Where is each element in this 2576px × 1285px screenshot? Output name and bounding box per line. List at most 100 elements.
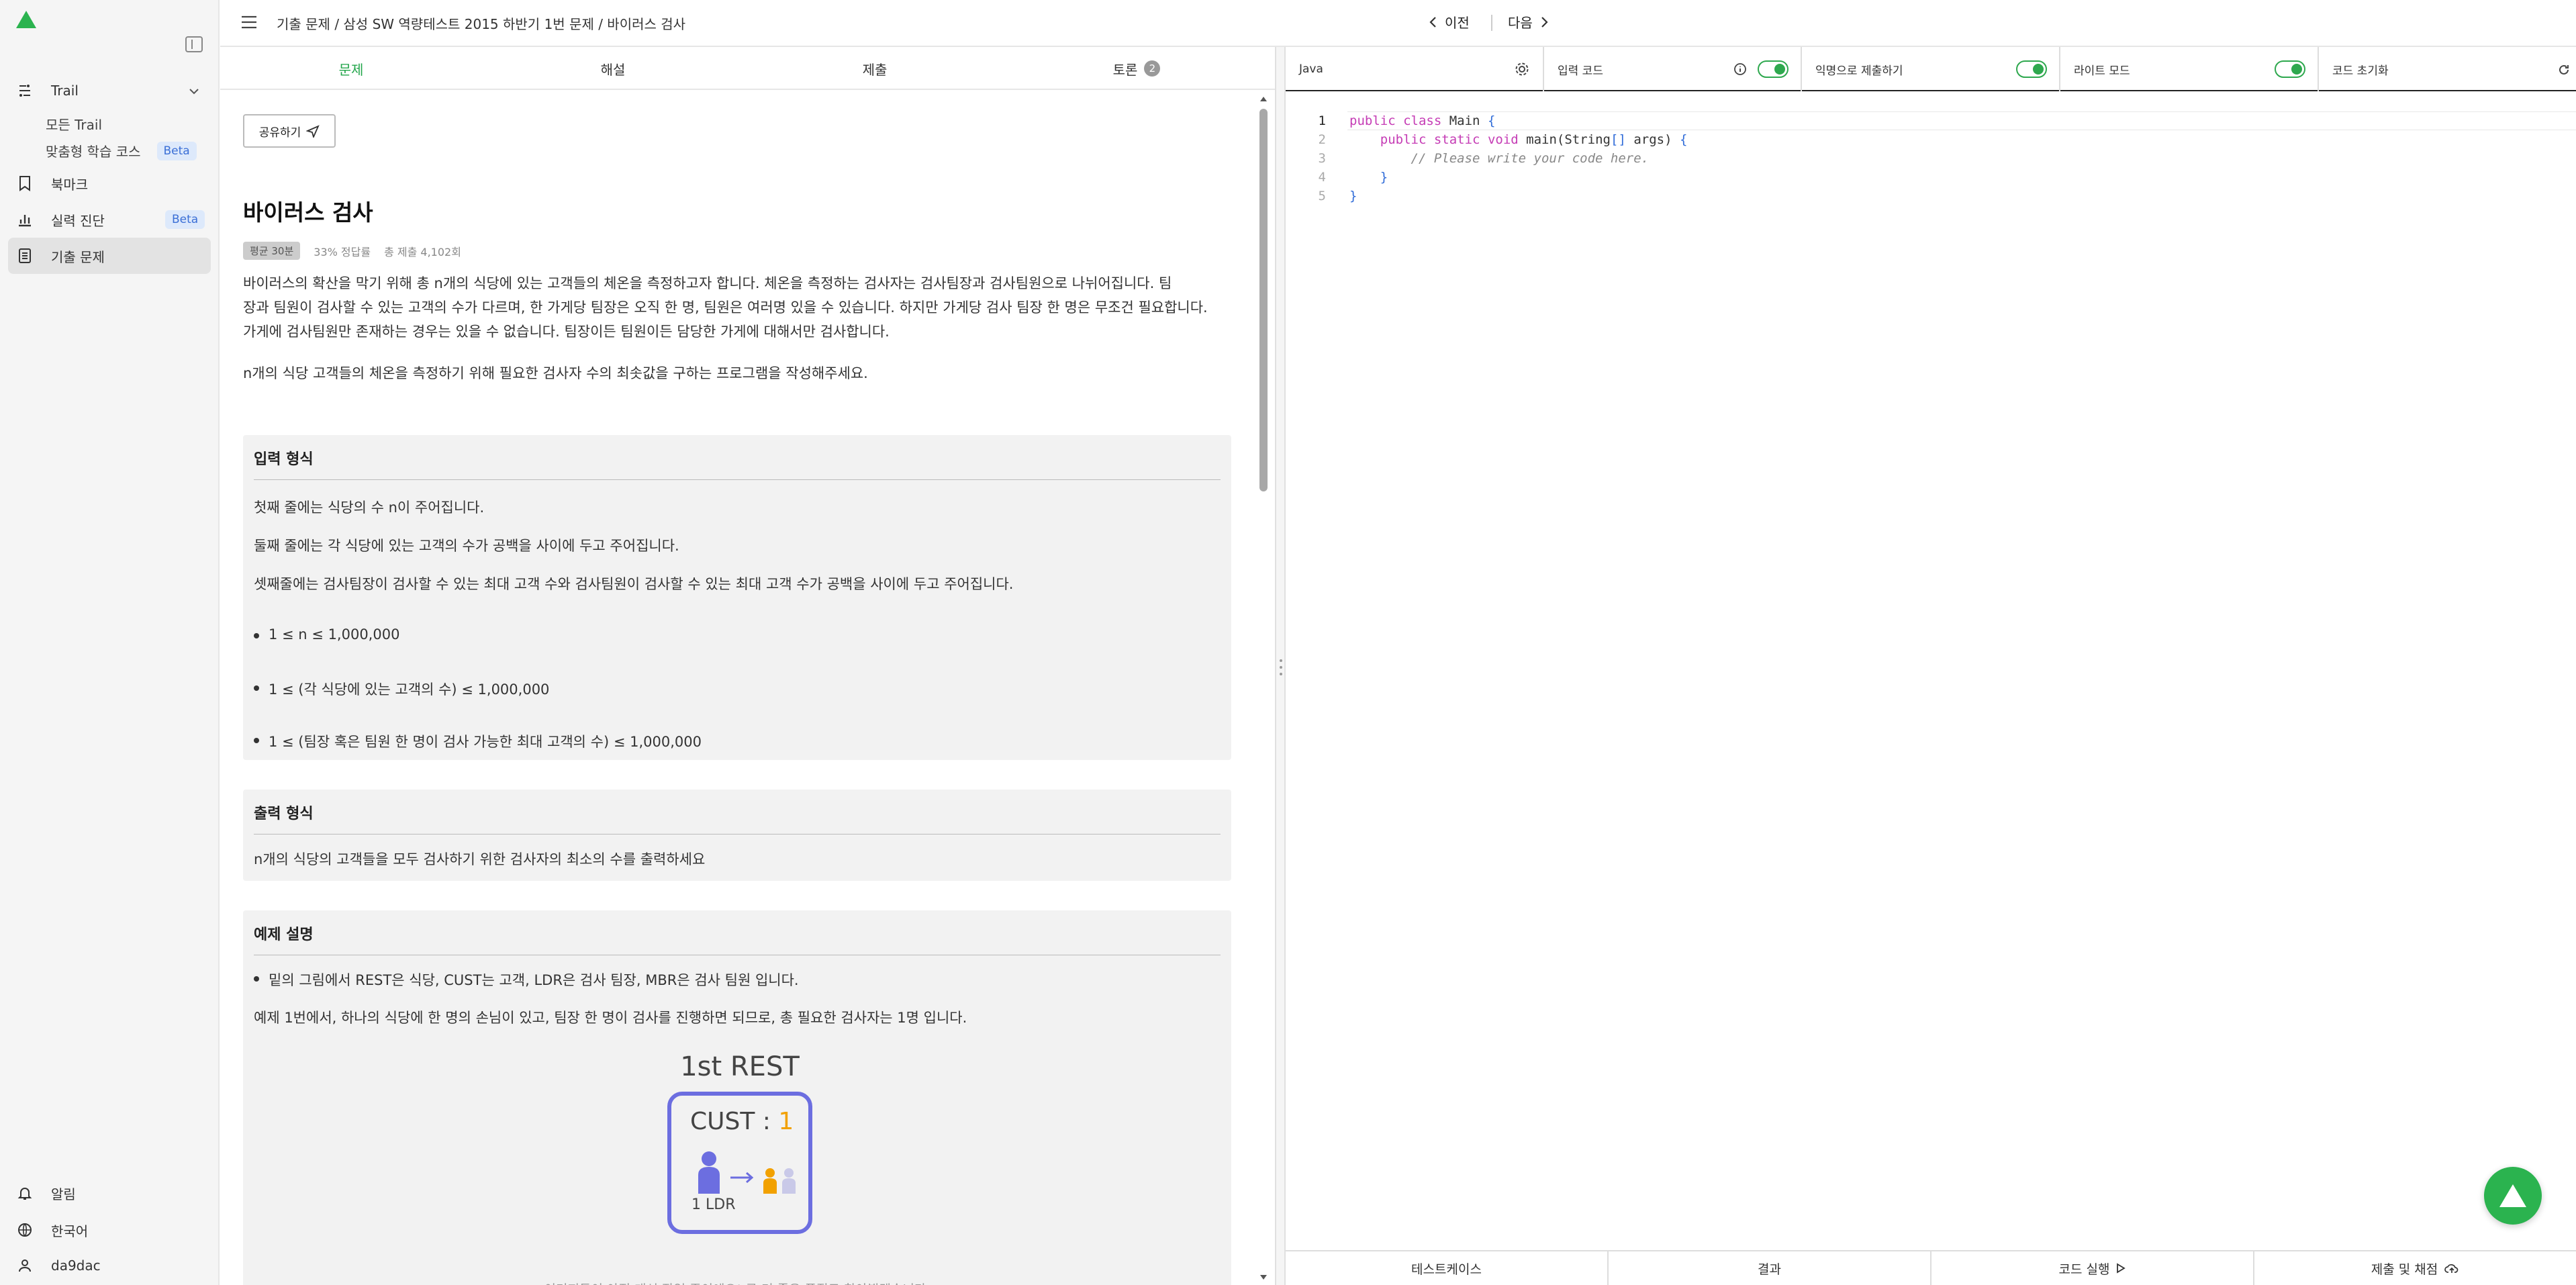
- submit-label: 제출 및 채점: [2371, 1262, 2438, 1277]
- bottom-action-bar: 테스트케이스 결과 코드 실행 제출 및 채점: [1286, 1250, 2576, 1285]
- tab-submit[interactable]: 제출: [744, 47, 1006, 90]
- tab-solution[interactable]: 해설: [482, 47, 744, 90]
- customer-person-icon: [763, 1168, 777, 1194]
- constraint-item: 1 ≤ (각 식당에 있는 고객의 수) ≤ 1,000,000: [254, 679, 549, 699]
- chat-fab-button[interactable]: [2484, 1167, 2542, 1225]
- discussion-count-badge: 2: [1144, 60, 1161, 77]
- editor-toolbar: Java 입력 코드 익명으로 제출하기 라이트 모드 코드 초기화: [1286, 47, 2576, 91]
- line-number: 1: [1318, 113, 1326, 128]
- example-title: 예제 설명: [254, 926, 314, 943]
- breadcrumb: 기출 문제 / 삼성 SW 역량테스트 2015 하반기 1번 문제 / 바이러…: [277, 16, 686, 32]
- light-mode-toggle[interactable]: [2275, 60, 2305, 78]
- arrow-right-icon: [730, 1172, 754, 1184]
- share-button[interactable]: 공유하기: [243, 114, 336, 148]
- divider: [254, 479, 1221, 480]
- scroll-down-icon[interactable]: [1259, 1274, 1268, 1281]
- output-line: n개의 식당의 고객들을 모두 검사하기 위한 검사자의 최소의 수를 출력하세…: [254, 851, 706, 867]
- user-icon: [16, 1257, 34, 1274]
- sidebar-subitem-all-trail[interactable]: 모든 Trail: [46, 114, 102, 134]
- sidebar-item-diagnosis[interactable]: 실력 진단 Beta: [8, 201, 211, 238]
- beta-badge: Beta: [156, 141, 197, 160]
- sidebar-item-label: Trail: [51, 83, 79, 99]
- sidebar-collapse-icon[interactable]: [185, 36, 203, 52]
- bell-icon: [16, 1184, 34, 1202]
- avg-time-badge: 평균 30분: [243, 242, 301, 260]
- problem-meta: 평균 30분 33% 정답률 총 제출 4,102회: [243, 242, 461, 260]
- info-icon[interactable]: [1733, 62, 1747, 76]
- sidebar-item-bookmark[interactable]: 북마크: [8, 165, 211, 201]
- input-line: 셋째줄에는 검사팀장이 검사할 수 있는 최대 고객 수와 검사팀원이 검사할 …: [254, 576, 1014, 592]
- restaurant-box: CUST : 1 1 LDR: [667, 1092, 812, 1234]
- nav-separator: [1491, 15, 1492, 31]
- sidebar-item-past-problems[interactable]: 기출 문제: [8, 238, 211, 274]
- pane-resize-handle[interactable]: [1275, 47, 1286, 1285]
- code-line: 4 }: [1286, 168, 2576, 187]
- refresh-icon: [2559, 64, 2569, 75]
- code-line: 3 // Please write your code here.: [1286, 149, 2576, 168]
- divider: [254, 834, 1221, 835]
- problem-content: 공유하기 바이러스 검사 평균 30분 33% 정답률 총 제출 4,102회 …: [243, 90, 1267, 1285]
- next-button[interactable]: 다음: [1508, 12, 1549, 32]
- sidebar-item-user[interactable]: da9dac: [8, 1247, 211, 1284]
- output-format-box: 출력 형식 n개의 식당의 고객들을 모두 검사하기 위한 검사자의 최소의 수…: [243, 790, 1231, 881]
- input-code-toggle[interactable]: [1758, 60, 1788, 78]
- line-number: 5: [1318, 189, 1326, 203]
- sidebar-item-trail[interactable]: Trail: [8, 73, 211, 109]
- run-label: 코드 실행: [2058, 1262, 2110, 1277]
- result-tab[interactable]: 결과: [1609, 1251, 1931, 1285]
- send-icon: [306, 125, 320, 138]
- customer-count: CUST : 1: [690, 1108, 794, 1135]
- run-code-button[interactable]: 코드 실행: [1931, 1251, 2254, 1285]
- play-icon: [2117, 1263, 2126, 1274]
- tab-discussion[interactable]: 토론 2: [1006, 47, 1268, 90]
- sidebar-item-label: 알림: [51, 1186, 76, 1202]
- submit-grade-button[interactable]: 제출 및 채점: [2254, 1251, 2576, 1285]
- prev-label: 이전: [1445, 15, 1470, 31]
- leader-person-icon: [698, 1151, 720, 1194]
- output-format-title: 출력 형식: [254, 806, 314, 822]
- scrollbar-thumb[interactable]: [1259, 109, 1268, 491]
- anonymous-toggle[interactable]: [2016, 60, 2047, 78]
- logo-icon[interactable]: [15, 9, 38, 30]
- chevron-right-icon: [1541, 16, 1548, 28]
- gear-icon[interactable]: [1515, 62, 1529, 77]
- light-mode-option: 라이트 모드: [2060, 47, 2319, 91]
- code-line: 5 }: [1286, 187, 2576, 205]
- sidebar-item-language[interactable]: 한국어: [8, 1212, 211, 1248]
- menu-icon[interactable]: [240, 15, 258, 32]
- reset-label: 코드 초기화: [2332, 64, 2389, 78]
- sidebar-subitem-custom-course[interactable]: 맞춤형 학습 코스 Beta: [46, 141, 197, 160]
- code-editor[interactable]: 1 public class Main { 2 public static vo…: [1286, 111, 2576, 205]
- light-mode-label: 라이트 모드: [2074, 64, 2130, 78]
- sidebar-item-alerts[interactable]: 알림: [8, 1175, 211, 1211]
- sidebar: Trail 모든 Trail 맞춤형 학습 코스 Beta 북마크 실력 진단 …: [0, 0, 220, 1285]
- editor-pane: Java 입력 코드 익명으로 제출하기 라이트 모드 코드 초기화 1 pub…: [1286, 47, 2576, 1285]
- constraint-item: 1 ≤ n ≤ 1,000,000: [254, 626, 399, 642]
- figure-caption: 이미지들이 아직 개선 작업 중이에요! 곧 더 좋은 품질로 찾아뵙겠습니다.: [243, 1280, 1231, 1285]
- document-icon: [16, 247, 34, 265]
- input-line: 둘째 줄에는 각 식당에 있는 고객의 수가 공백을 사이에 두고 주어집니다.: [254, 538, 679, 554]
- chevron-down-icon[interactable]: [188, 85, 200, 101]
- tab-problem[interactable]: 문제: [220, 47, 482, 90]
- customer-value: 1: [778, 1108, 794, 1135]
- next-label: 다음: [1508, 15, 1533, 31]
- code-line: 1 public class Main {: [1286, 111, 2576, 130]
- trail-icon: [16, 82, 34, 99]
- accuracy-rate: 33% 정답률: [314, 245, 371, 258]
- scroll-up-icon[interactable]: [1259, 95, 1268, 102]
- sidebar-item-label: 한국어: [51, 1223, 89, 1239]
- testcase-tab[interactable]: 테스트케이스: [1286, 1251, 1609, 1285]
- input-format-box: 입력 형식 첫째 줄에는 식당의 수 n이 주어집니다. 둘째 줄에는 각 식당…: [243, 435, 1231, 760]
- sidebar-item-label: da9dac: [51, 1257, 101, 1274]
- input-line: 첫째 줄에는 식당의 수 n이 주어집니다.: [254, 499, 485, 516]
- description-line: 장과 팀원이 검사할 수 있는 고객의 수가 다르며, 한 가게당 팀장은 오직…: [243, 299, 1208, 316]
- figure-title: 1st REST: [680, 1051, 800, 1082]
- problem-description: 바이러스의 확산을 막기 위해 총 n개의 식당에 있는 고객들의 체온을 측정…: [243, 271, 1237, 344]
- problem-tabs: 문제 해설 제출 토론 2: [220, 47, 1275, 90]
- prev-button[interactable]: 이전: [1429, 12, 1470, 32]
- problem-pane: 문제 해설 제출 토론 2 공유하기 바이러스 검사 평균 30분 33% 정답…: [220, 47, 1275, 1285]
- reset-code-button[interactable]: 코드 초기화: [2319, 47, 2576, 91]
- customer-person-icon: [782, 1168, 796, 1194]
- sidebar-subitem-label: 맞춤형 학습 코스: [46, 144, 141, 160]
- language-select[interactable]: Java: [1286, 47, 1544, 91]
